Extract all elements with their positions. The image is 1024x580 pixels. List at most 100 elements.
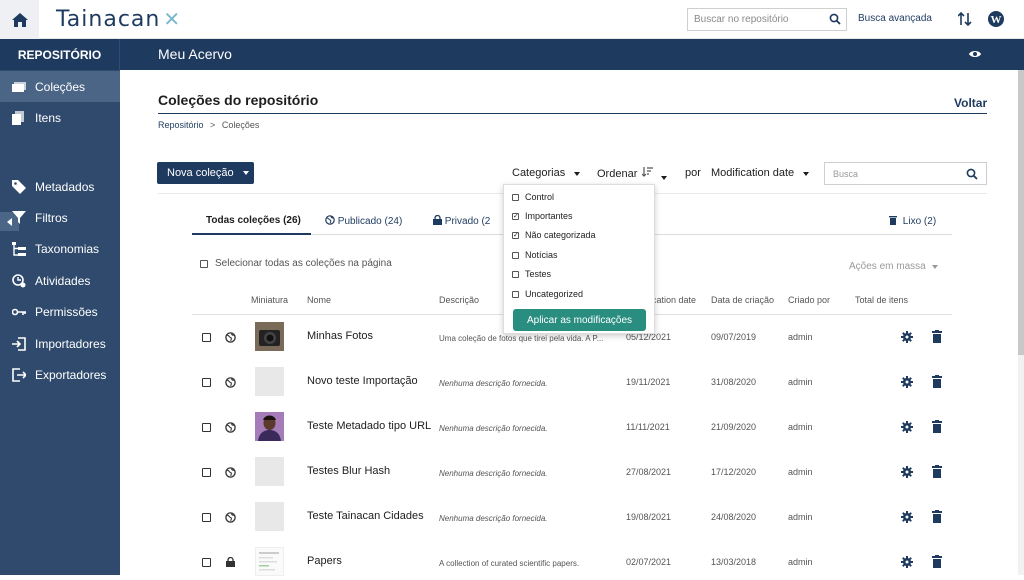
bulk-actions-dropdown[interactable]: Ações em massa bbox=[849, 261, 938, 272]
column-thumbnail: Miniatura bbox=[251, 295, 289, 305]
category-option-testes[interactable]: Testes bbox=[512, 269, 551, 279]
column-creation-date[interactable]: Data de criação bbox=[711, 295, 774, 305]
home-button[interactable] bbox=[0, 0, 39, 39]
new-collection-button[interactable]: Nova coleção bbox=[157, 162, 254, 184]
row-checkbox[interactable] bbox=[202, 423, 211, 432]
search-placeholder: Buscar no repositório bbox=[694, 14, 789, 25]
sort-arrows-icon[interactable] bbox=[958, 11, 972, 27]
collection-thumbnail[interactable] bbox=[255, 367, 284, 396]
row-checkbox[interactable] bbox=[202, 378, 211, 387]
row-checkbox[interactable] bbox=[202, 468, 211, 477]
gear-icon[interactable] bbox=[901, 556, 913, 568]
gear-icon[interactable] bbox=[901, 466, 913, 478]
table-row[interactable]: Teste Metadado tipo URL Nenhuma descriçã… bbox=[192, 410, 952, 455]
category-option-importantes[interactable]: ✓ Importantes bbox=[512, 211, 573, 221]
advanced-search-link[interactable]: Busca avançada bbox=[858, 13, 932, 24]
categories-dropdown-button[interactable]: Categorias bbox=[512, 167, 581, 179]
activity-icon bbox=[12, 273, 26, 287]
trash-icon[interactable] bbox=[932, 555, 942, 568]
home-icon bbox=[11, 12, 28, 27]
repository-label[interactable]: REPOSITÓRIO bbox=[0, 39, 120, 70]
sidebar-item-itens[interactable]: Itens bbox=[0, 102, 120, 133]
scrollbar-thumb[interactable] bbox=[1018, 70, 1024, 355]
title-divider bbox=[158, 113, 987, 114]
creation-date: 17/12/2020 bbox=[711, 467, 757, 477]
category-checkbox[interactable] bbox=[512, 251, 519, 259]
trash-icon[interactable] bbox=[932, 465, 942, 478]
chevron-down-icon bbox=[242, 171, 249, 175]
collection-thumbnail[interactable] bbox=[255, 457, 284, 486]
sidebar-item-filtros[interactable]: Filtros bbox=[0, 202, 120, 233]
collection-thumbnail[interactable] bbox=[255, 502, 284, 531]
category-checkbox[interactable] bbox=[512, 270, 519, 278]
sidebar-item-colecoes[interactable]: Coleções bbox=[0, 71, 120, 102]
gear-icon[interactable] bbox=[901, 421, 913, 433]
collection-name[interactable]: Papers bbox=[307, 555, 342, 567]
sidebar-item-label: Itens bbox=[35, 110, 62, 125]
breadcrumb-repository-link[interactable]: Repositório bbox=[158, 120, 204, 130]
tainacan-logo[interactable]: Tainacan ✕ bbox=[56, 7, 181, 32]
sidebar-item-exportadores[interactable]: Exportadores bbox=[0, 359, 120, 390]
table-row[interactable]: Teste Tainacan Cidades Nenhuma descrição… bbox=[192, 500, 952, 545]
sidebar-item-metadados[interactable]: Metadados bbox=[0, 171, 120, 202]
row-checkbox[interactable] bbox=[202, 513, 211, 522]
category-option-control[interactable]: Control bbox=[512, 192, 554, 202]
back-link[interactable]: Voltar bbox=[954, 96, 987, 110]
tab-all-collections[interactable]: Todas coleções (26) bbox=[206, 215, 301, 226]
column-modification-date[interactable]: ication date bbox=[650, 295, 696, 305]
collection-name[interactable]: Novo teste Importação bbox=[307, 375, 418, 387]
wordpress-icon[interactable]: W bbox=[987, 10, 1005, 28]
column-name[interactable]: Nome bbox=[307, 295, 331, 305]
category-checkbox-checked[interactable]: ✓ bbox=[512, 212, 519, 220]
sort-field-select[interactable]: Modification date bbox=[711, 167, 810, 179]
collection-name[interactable]: Testes Blur Hash bbox=[307, 465, 390, 477]
table-row[interactable]: Novo teste Importação Nenhuma descrição … bbox=[192, 365, 952, 410]
tab-trash[interactable]: Lixo (2) bbox=[889, 215, 936, 227]
page-scrollbar[interactable] bbox=[1018, 70, 1024, 575]
trash-icon[interactable] bbox=[932, 420, 942, 433]
tab-private[interactable]: Privado (2 bbox=[433, 214, 490, 227]
globe-icon bbox=[225, 422, 236, 433]
collection-thumbnail[interactable] bbox=[255, 322, 284, 351]
category-checkbox-checked[interactable]: ✓ bbox=[512, 231, 519, 239]
sidebar-item-atividades[interactable]: Atividades bbox=[0, 265, 120, 296]
gear-icon[interactable] bbox=[901, 376, 913, 388]
tab-published[interactable]: Publicado (24) bbox=[325, 215, 402, 227]
category-option-noticias[interactable]: Notícias bbox=[512, 250, 558, 260]
row-checkbox[interactable] bbox=[202, 333, 211, 342]
category-checkbox[interactable] bbox=[512, 290, 519, 298]
column-total-items[interactable]: Total de itens bbox=[855, 295, 908, 305]
sidebar-item-permissoes[interactable]: Permissões bbox=[0, 296, 120, 327]
category-option-nao-categorizada[interactable]: ✓ Não categorizada bbox=[512, 230, 596, 240]
trash-icon[interactable] bbox=[932, 330, 942, 343]
collection-thumbnail[interactable] bbox=[255, 412, 284, 441]
order-button[interactable]: Ordenar bbox=[597, 167, 654, 180]
globe-icon bbox=[225, 377, 236, 388]
table-row[interactable]: Testes Blur Hash Nenhuma descrição forne… bbox=[192, 455, 952, 500]
category-checkbox[interactable] bbox=[512, 193, 519, 201]
collection-name[interactable]: Teste Metadado tipo URL bbox=[307, 420, 431, 432]
select-all-checkbox[interactable] bbox=[200, 259, 208, 268]
collection-name[interactable]: Minhas Fotos bbox=[307, 330, 373, 342]
collection-thumbnail[interactable] bbox=[255, 547, 284, 576]
trash-icon[interactable] bbox=[932, 510, 942, 523]
order-direction-caret[interactable] bbox=[661, 171, 667, 183]
row-checkbox[interactable] bbox=[202, 558, 211, 567]
column-created-by[interactable]: Criado por bbox=[788, 295, 830, 305]
trash-icon[interactable] bbox=[932, 375, 942, 388]
sidebar-item-importadores[interactable]: Importadores bbox=[0, 328, 120, 359]
eye-icon[interactable] bbox=[968, 48, 982, 60]
search-icon[interactable] bbox=[829, 13, 841, 25]
column-description[interactable]: Descrição bbox=[439, 295, 479, 305]
search-icon[interactable] bbox=[966, 168, 978, 180]
sidebar-item-taxonomias[interactable]: Taxonomias bbox=[0, 233, 120, 264]
repository-search-input[interactable]: Buscar no repositório bbox=[687, 8, 847, 31]
category-option-uncategorized[interactable]: Uncategorized bbox=[512, 289, 583, 299]
gear-icon[interactable] bbox=[901, 511, 913, 523]
apply-changes-button[interactable]: Aplicar as modificações bbox=[513, 309, 646, 331]
table-row[interactable]: Papers A collection of curated scientifi… bbox=[192, 545, 952, 576]
select-all-checkbox-row[interactable]: Selecionar todas as coleções na página bbox=[200, 258, 392, 269]
gear-icon[interactable] bbox=[901, 331, 913, 343]
collection-search-input[interactable]: Busca bbox=[824, 162, 987, 185]
collection-name[interactable]: Teste Tainacan Cidades bbox=[307, 510, 424, 522]
